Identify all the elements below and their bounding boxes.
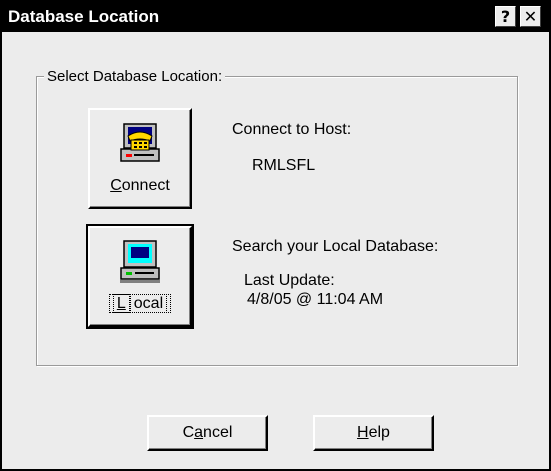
- last-update-label: Last Update:: [244, 272, 335, 289]
- local-button-label: Local: [90, 294, 190, 313]
- group-label: Select Database Location:: [44, 68, 226, 85]
- title-bar[interactable]: Database Location ? ✕: [2, 2, 549, 32]
- help-button[interactable]: Help: [313, 415, 434, 451]
- close-icon[interactable]: ✕: [520, 6, 541, 27]
- database-location-dialog: Database Location ? ✕ Select Database Lo…: [0, 0, 551, 471]
- window-title: Database Location: [8, 7, 160, 26]
- cancel-button[interactable]: Cancel: [147, 415, 268, 451]
- connect-heading: Connect to Host:: [232, 121, 352, 138]
- last-update-value: 4/8/05 @ 11:04 AM: [247, 291, 384, 308]
- computer-icon: [120, 240, 160, 283]
- host-name: RMLSFL: [252, 157, 316, 174]
- local-heading: Search your Local Database:: [232, 238, 439, 255]
- help-icon[interactable]: ?: [495, 6, 516, 27]
- connect-button[interactable]: Connect: [88, 108, 192, 209]
- connect-button-label: Connect: [110, 177, 170, 194]
- local-button[interactable]: Local: [86, 224, 194, 329]
- phone-computer-icon: [120, 123, 160, 162]
